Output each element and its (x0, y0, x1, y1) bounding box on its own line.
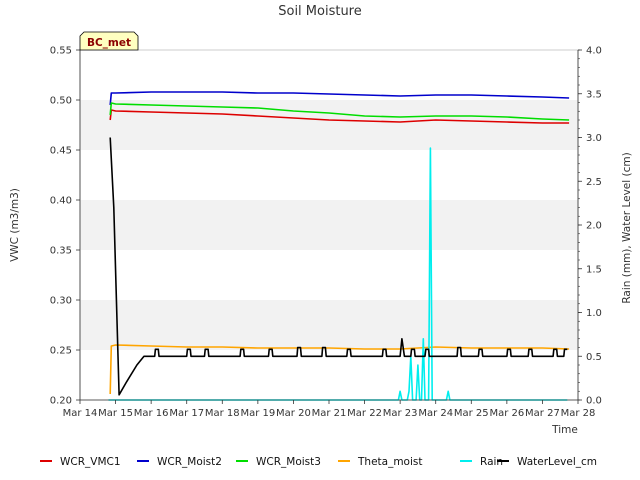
x-tick-label: Mar 16 (134, 408, 169, 419)
station-badge: BC_met (79, 31, 139, 51)
y-right-tick-label: 4.0 (586, 46, 602, 57)
y-right-tick-label: 1.5 (586, 264, 602, 275)
x-tick-label: Mar 27 (525, 408, 560, 419)
legend-label: WCR_Moist3 (256, 456, 321, 468)
soil-moisture-chart: Mar 14 Mar 15 Mar 16 Mar 17 Mar 18 Mar 19 Mar … (9, 4, 633, 468)
x-tick-label: Mar 28 (561, 408, 596, 419)
band-2 (80, 100, 578, 150)
x-tick-label: Mar 21 (312, 408, 347, 419)
legend-label: WCR_VMC1 (60, 456, 121, 468)
y-axis-right-label: Rain (mm), Water Level (cm) (621, 152, 633, 303)
series-line-theta-moist (109, 344, 570, 395)
x-tick-label: Mar 14 (63, 408, 98, 419)
y-left-tick-label: 0.35 (50, 246, 72, 257)
series-line-rain (108, 147, 568, 401)
y-left-tick-label: 0.45 (50, 146, 72, 157)
x-tick-label: Mar 25 (454, 408, 489, 419)
band-1 (80, 200, 578, 250)
y-axis-right: 0.0 0.5 1.0 1.5 2.0 2.5 3.0 3.5 4.0 (577, 46, 602, 407)
legend-label: Theta_moist (357, 456, 423, 468)
x-tick-label: Mar 15 (98, 408, 133, 419)
legend-label: WaterLevel_cm (517, 456, 597, 468)
y-left-tick-label: 0.20 (50, 396, 72, 407)
y-axis-left-label: VWC (m3/m3) (9, 188, 21, 262)
background-bands (80, 100, 578, 350)
legend: WCR_VMC1 WCR_Moist2 WCR_Moist3 Theta_moist R… (40, 456, 597, 468)
x-tick-label: Mar 26 (489, 408, 524, 419)
y-left-tick-label: 0.40 (50, 196, 72, 207)
y-right-tick-label: 2.5 (586, 177, 602, 188)
y-left-tick-label: 0.30 (50, 296, 72, 307)
x-axis-label: Time (551, 424, 578, 436)
x-tick-label: Mar 23 (383, 408, 418, 419)
x-tick-label: Mar 17 (169, 408, 204, 419)
y-left-tick-label: 0.50 (50, 96, 72, 107)
x-tick-label: Mar 18 (205, 408, 240, 419)
station-badge-text: BC_met (87, 37, 131, 49)
x-tick-label: Mar 22 (347, 408, 382, 419)
y-left-tick-label: 0.55 (50, 46, 72, 57)
y-right-tick-label: 3.5 (586, 89, 602, 100)
series-line-waterlevel-cm (109, 137, 568, 396)
x-tick-label: Mar 19 (240, 408, 275, 419)
y-right-tick-label: 0.0 (586, 396, 602, 407)
y-right-tick-label: 3.0 (586, 133, 602, 144)
x-axis: Mar 14 Mar 15 Mar 16 Mar 17 Mar 18 Mar 19 Mar … (63, 399, 596, 419)
y-left-tick-label: 0.25 (50, 346, 72, 357)
legend-label: WCR_Moist2 (157, 456, 222, 468)
y-right-tick-label: 2.0 (586, 221, 602, 232)
y-right-tick-label: 0.5 (586, 352, 602, 363)
chart-title: Soil Moisture (278, 4, 362, 19)
band-0 (80, 300, 578, 350)
y-axis-left: 0.20 0.25 0.30 0.35 0.40 0.45 0.50 0.55 (50, 46, 81, 407)
y-right-tick-label: 1.0 (586, 308, 602, 319)
x-tick-label: Mar 20 (276, 408, 311, 419)
x-tick-label: Mar 24 (418, 408, 453, 419)
